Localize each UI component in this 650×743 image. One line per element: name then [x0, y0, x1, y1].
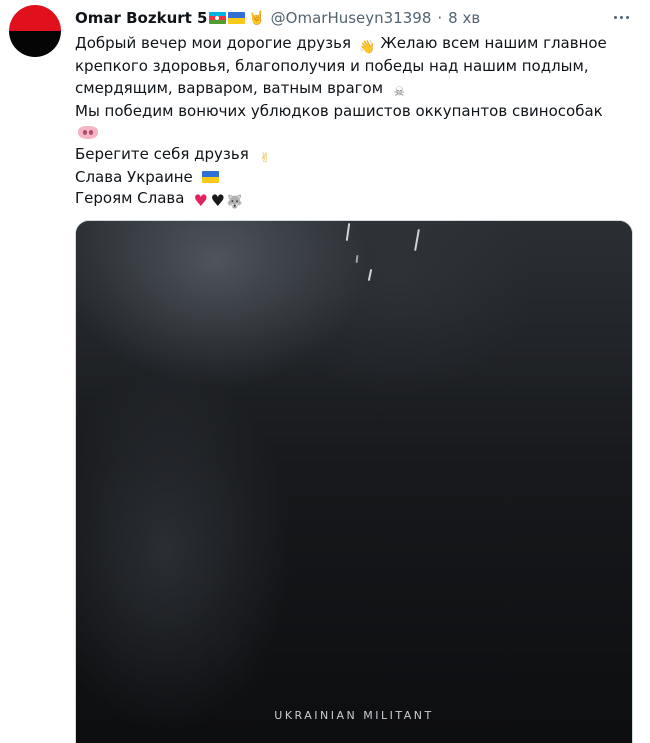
- tweet-media-video[interactable]: UKRAINIAN MILITANT: [75, 220, 633, 743]
- text-greeting: Добрый вечер мои дорогие друзья: [75, 34, 351, 52]
- text-wish-start: Желаю всем нашим главное: [380, 34, 607, 52]
- timestamp[interactable]: 8 хв: [448, 9, 480, 27]
- video-frame: [76, 221, 632, 743]
- display-name[interactable]: Omar Bozkurt 5: [75, 9, 207, 27]
- video-watermark: UKRAINIAN MILITANT: [274, 709, 434, 722]
- more-dot-icon: [613, 15, 617, 19]
- text-line: Берегите себя друзья ✌: [75, 144, 640, 167]
- text-line: Героям Слава ♥ ♥ 🐺: [75, 188, 640, 211]
- text-wish-continued: крепкого здоровья, благополучия и победы…: [75, 57, 589, 75]
- text-victory-claim: Мы победим вонючих ублюдков рашистов окк…: [75, 101, 603, 120]
- waving-hand-icon: 👋: [359, 40, 376, 55]
- azerbaijan-flag-icon: [209, 12, 227, 24]
- pig-nose-icon: [78, 126, 98, 140]
- tweet: Omar Bozkurt 5 🤘 @OmarHuseyn31398 · 8 хв…: [0, 0, 650, 743]
- text-glory-ukraine: Слава Украине: [75, 167, 193, 186]
- avatar[interactable]: [9, 5, 61, 57]
- skull-crossbones-icon: ☠: [393, 84, 406, 100]
- text-line: смердящим, варваром, ватным врагом ☠: [75, 78, 640, 101]
- text-line: Слава Украине: [75, 167, 640, 189]
- ukraine-flag-icon: [228, 12, 246, 24]
- rock-on-hand-icon: 🤘: [248, 10, 265, 26]
- text-glory-heroes: Героям Слава: [75, 189, 185, 208]
- text-take-care: Берегите себя друзья: [75, 144, 249, 163]
- text-line: крепкого здоровья, благополучия и победы…: [75, 56, 640, 78]
- ukraine-flag-icon: [201, 170, 219, 183]
- more-dot-icon: [619, 15, 623, 19]
- text-line: Добрый вечер мои дорогие друзья 👋 Желаю …: [75, 33, 640, 56]
- user-handle[interactable]: @OmarHuseyn31398: [271, 9, 432, 27]
- tweet-header: Omar Bozkurt 5 🤘 @OmarHuseyn31398 · 8 хв: [75, 7, 480, 29]
- more-options-button[interactable]: [606, 5, 636, 29]
- separator-dot: ·: [437, 9, 443, 27]
- avatar-red-half: [9, 5, 61, 31]
- avatar-black-half: [9, 31, 61, 57]
- tweet-text: Добрый вечер мои дорогие друзья 👋 Желаю …: [75, 33, 640, 211]
- wolf-icon: 🐺: [226, 195, 243, 211]
- text-enemy: смердящим, варваром, ватным врагом: [75, 78, 384, 97]
- more-dot-icon: [625, 15, 629, 19]
- text-line: [75, 122, 640, 144]
- black-heart-icon: ♥: [210, 191, 225, 211]
- red-heart-icon: ♥: [193, 191, 208, 211]
- text-line: Мы победим вонючих ублюдков рашистов окк…: [75, 101, 640, 123]
- victory-hand-icon: ✌: [259, 150, 271, 166]
